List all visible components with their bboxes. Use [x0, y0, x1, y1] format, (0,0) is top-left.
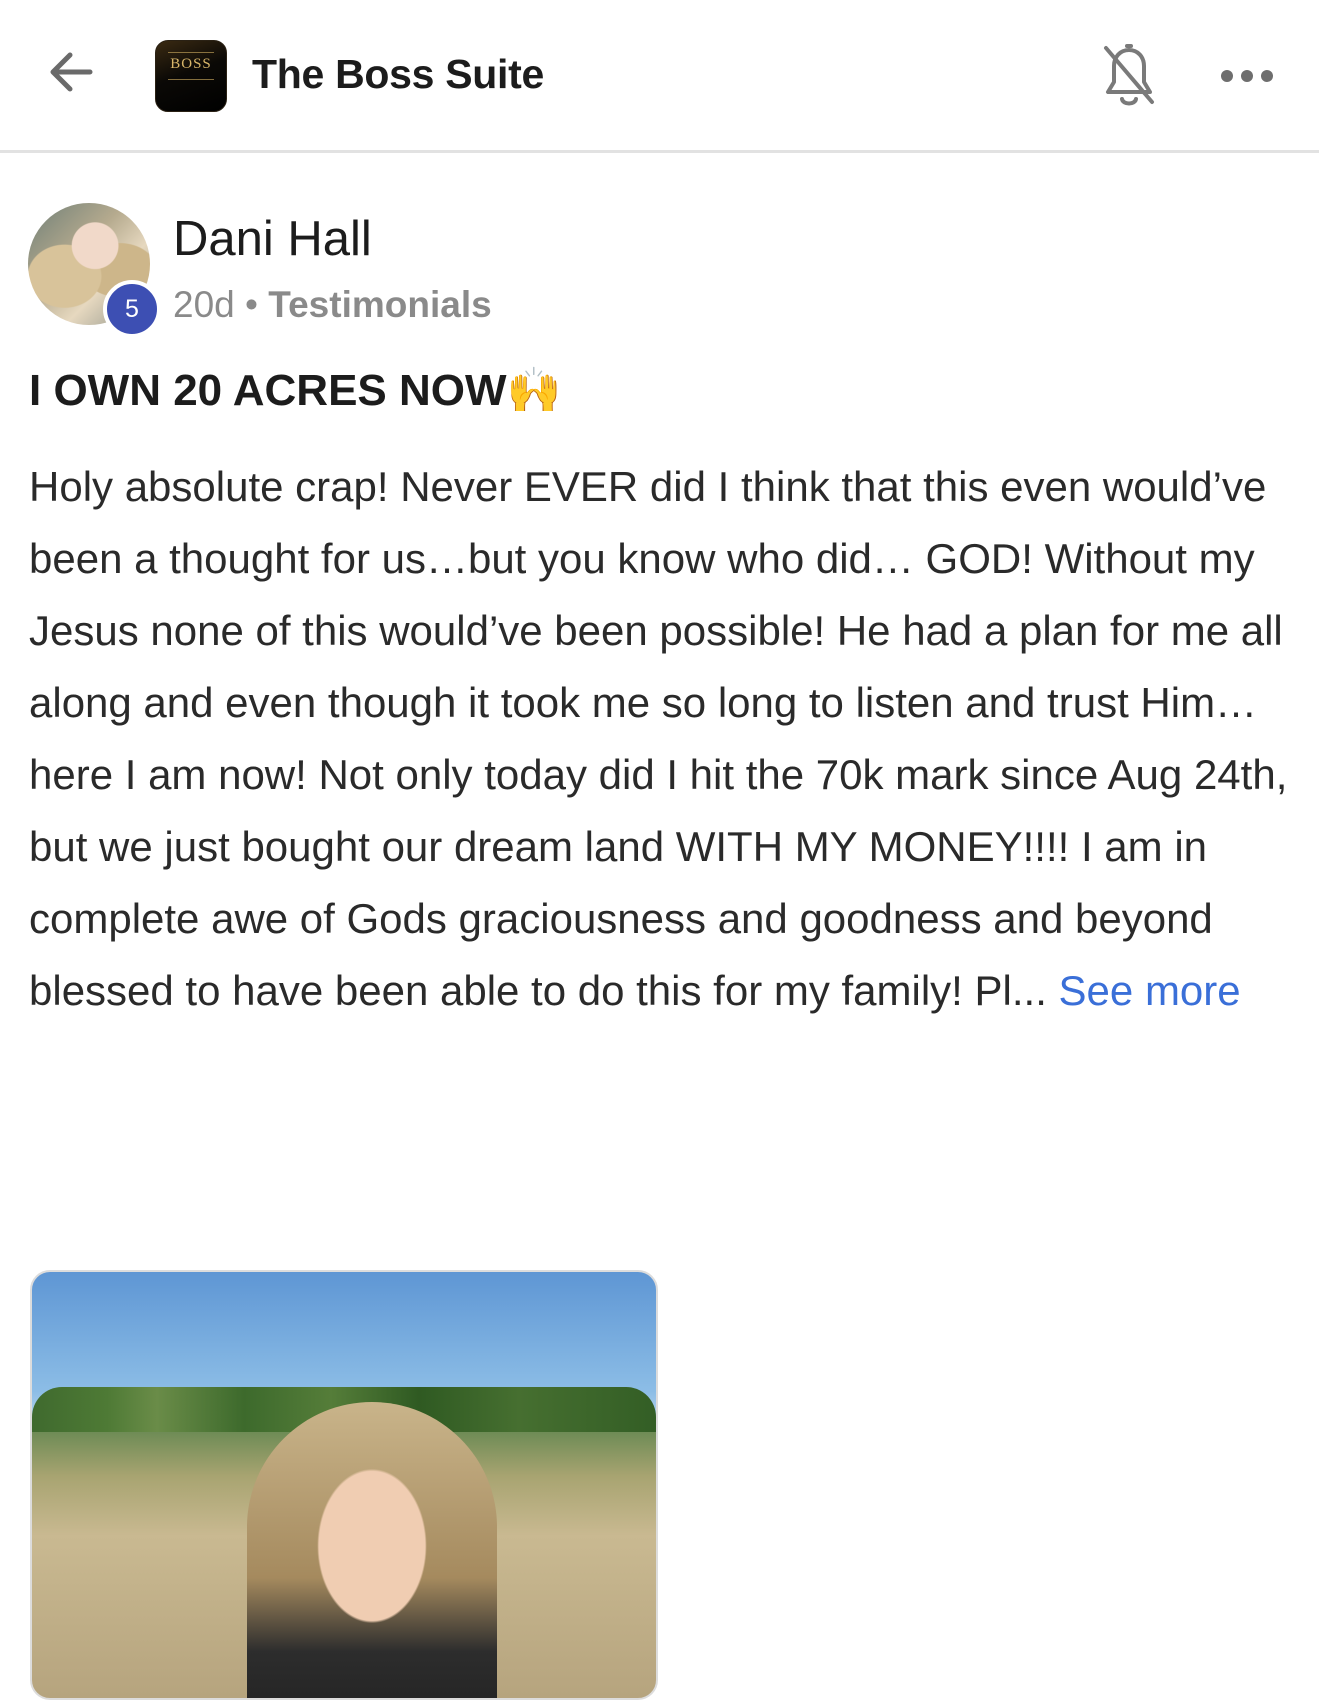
post-meta: 20d • Testimonials — [173, 283, 492, 327]
back-button[interactable] — [44, 44, 100, 100]
level-badge: 5 — [103, 280, 161, 338]
image-person — [247, 1402, 497, 1698]
post-title: I OWN 20 ACRES NOW🙌 — [29, 366, 562, 415]
author-name[interactable]: Dani Hall — [173, 210, 372, 268]
post-body: Holy absolute crap! Never EVER did I thi… — [29, 451, 1299, 1027]
post-category[interactable]: Testimonials — [268, 284, 491, 325]
meta-separator: • — [234, 284, 269, 325]
logo-rule-bottom — [168, 79, 214, 80]
top-bar: BOSS The Boss Suite — [0, 0, 1319, 153]
bell-off-icon — [1104, 44, 1154, 106]
more-options-button[interactable] — [1218, 58, 1276, 94]
notifications-toggle-button[interactable] — [1098, 42, 1160, 112]
post-body-text: Holy absolute crap! Never EVER did I thi… — [29, 463, 1288, 1014]
see-more-link[interactable]: See more — [1059, 967, 1241, 1014]
logo-rule-top — [168, 52, 214, 53]
app-logo: BOSS — [155, 40, 227, 112]
more-horizontal-icon — [1221, 70, 1273, 82]
logo-text: BOSS — [170, 56, 212, 72]
post-image[interactable] — [30, 1270, 658, 1700]
arrow-left-icon — [50, 52, 93, 92]
post-age: 20d — [173, 284, 235, 325]
app-title: The Boss Suite — [252, 51, 544, 97]
